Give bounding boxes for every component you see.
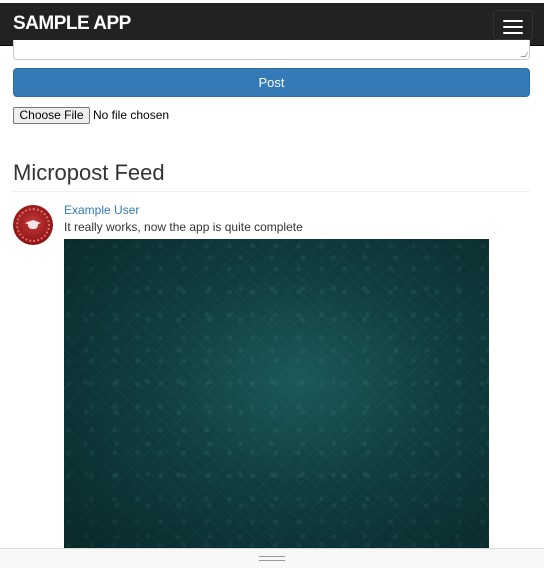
micropost-content: It really works, now the app is quite co…: [64, 220, 303, 234]
choose-file-button[interactable]: Choose File: [13, 107, 90, 124]
feed-title: Micropost Feed: [13, 160, 165, 185]
hamburger-menu-icon[interactable]: [493, 10, 533, 40]
user-name-link[interactable]: Example User: [64, 203, 139, 217]
cap-base-shape: [28, 224, 38, 229]
brand-logo-link[interactable]: SAMPLE APP: [13, 13, 131, 35]
file-status-text: No file chosen: [93, 108, 170, 122]
menu-bar: [503, 20, 523, 22]
bottom-drag-bar: [0, 548, 544, 568]
feed-divider: [13, 191, 530, 192]
graduation-cap-avatar-icon[interactable]: [13, 205, 53, 245]
micropost-textarea[interactable]: [13, 40, 530, 60]
drag-handle-icon[interactable]: [259, 556, 285, 561]
app-screen: SAMPLE APP Post Choose File No file chos…: [0, 0, 544, 568]
resize-grip-icon[interactable]: [520, 52, 529, 57]
menu-bar: [503, 32, 523, 34]
menu-bar: [503, 26, 523, 28]
post-button[interactable]: Post: [13, 68, 530, 97]
micropost-image: [64, 239, 489, 553]
